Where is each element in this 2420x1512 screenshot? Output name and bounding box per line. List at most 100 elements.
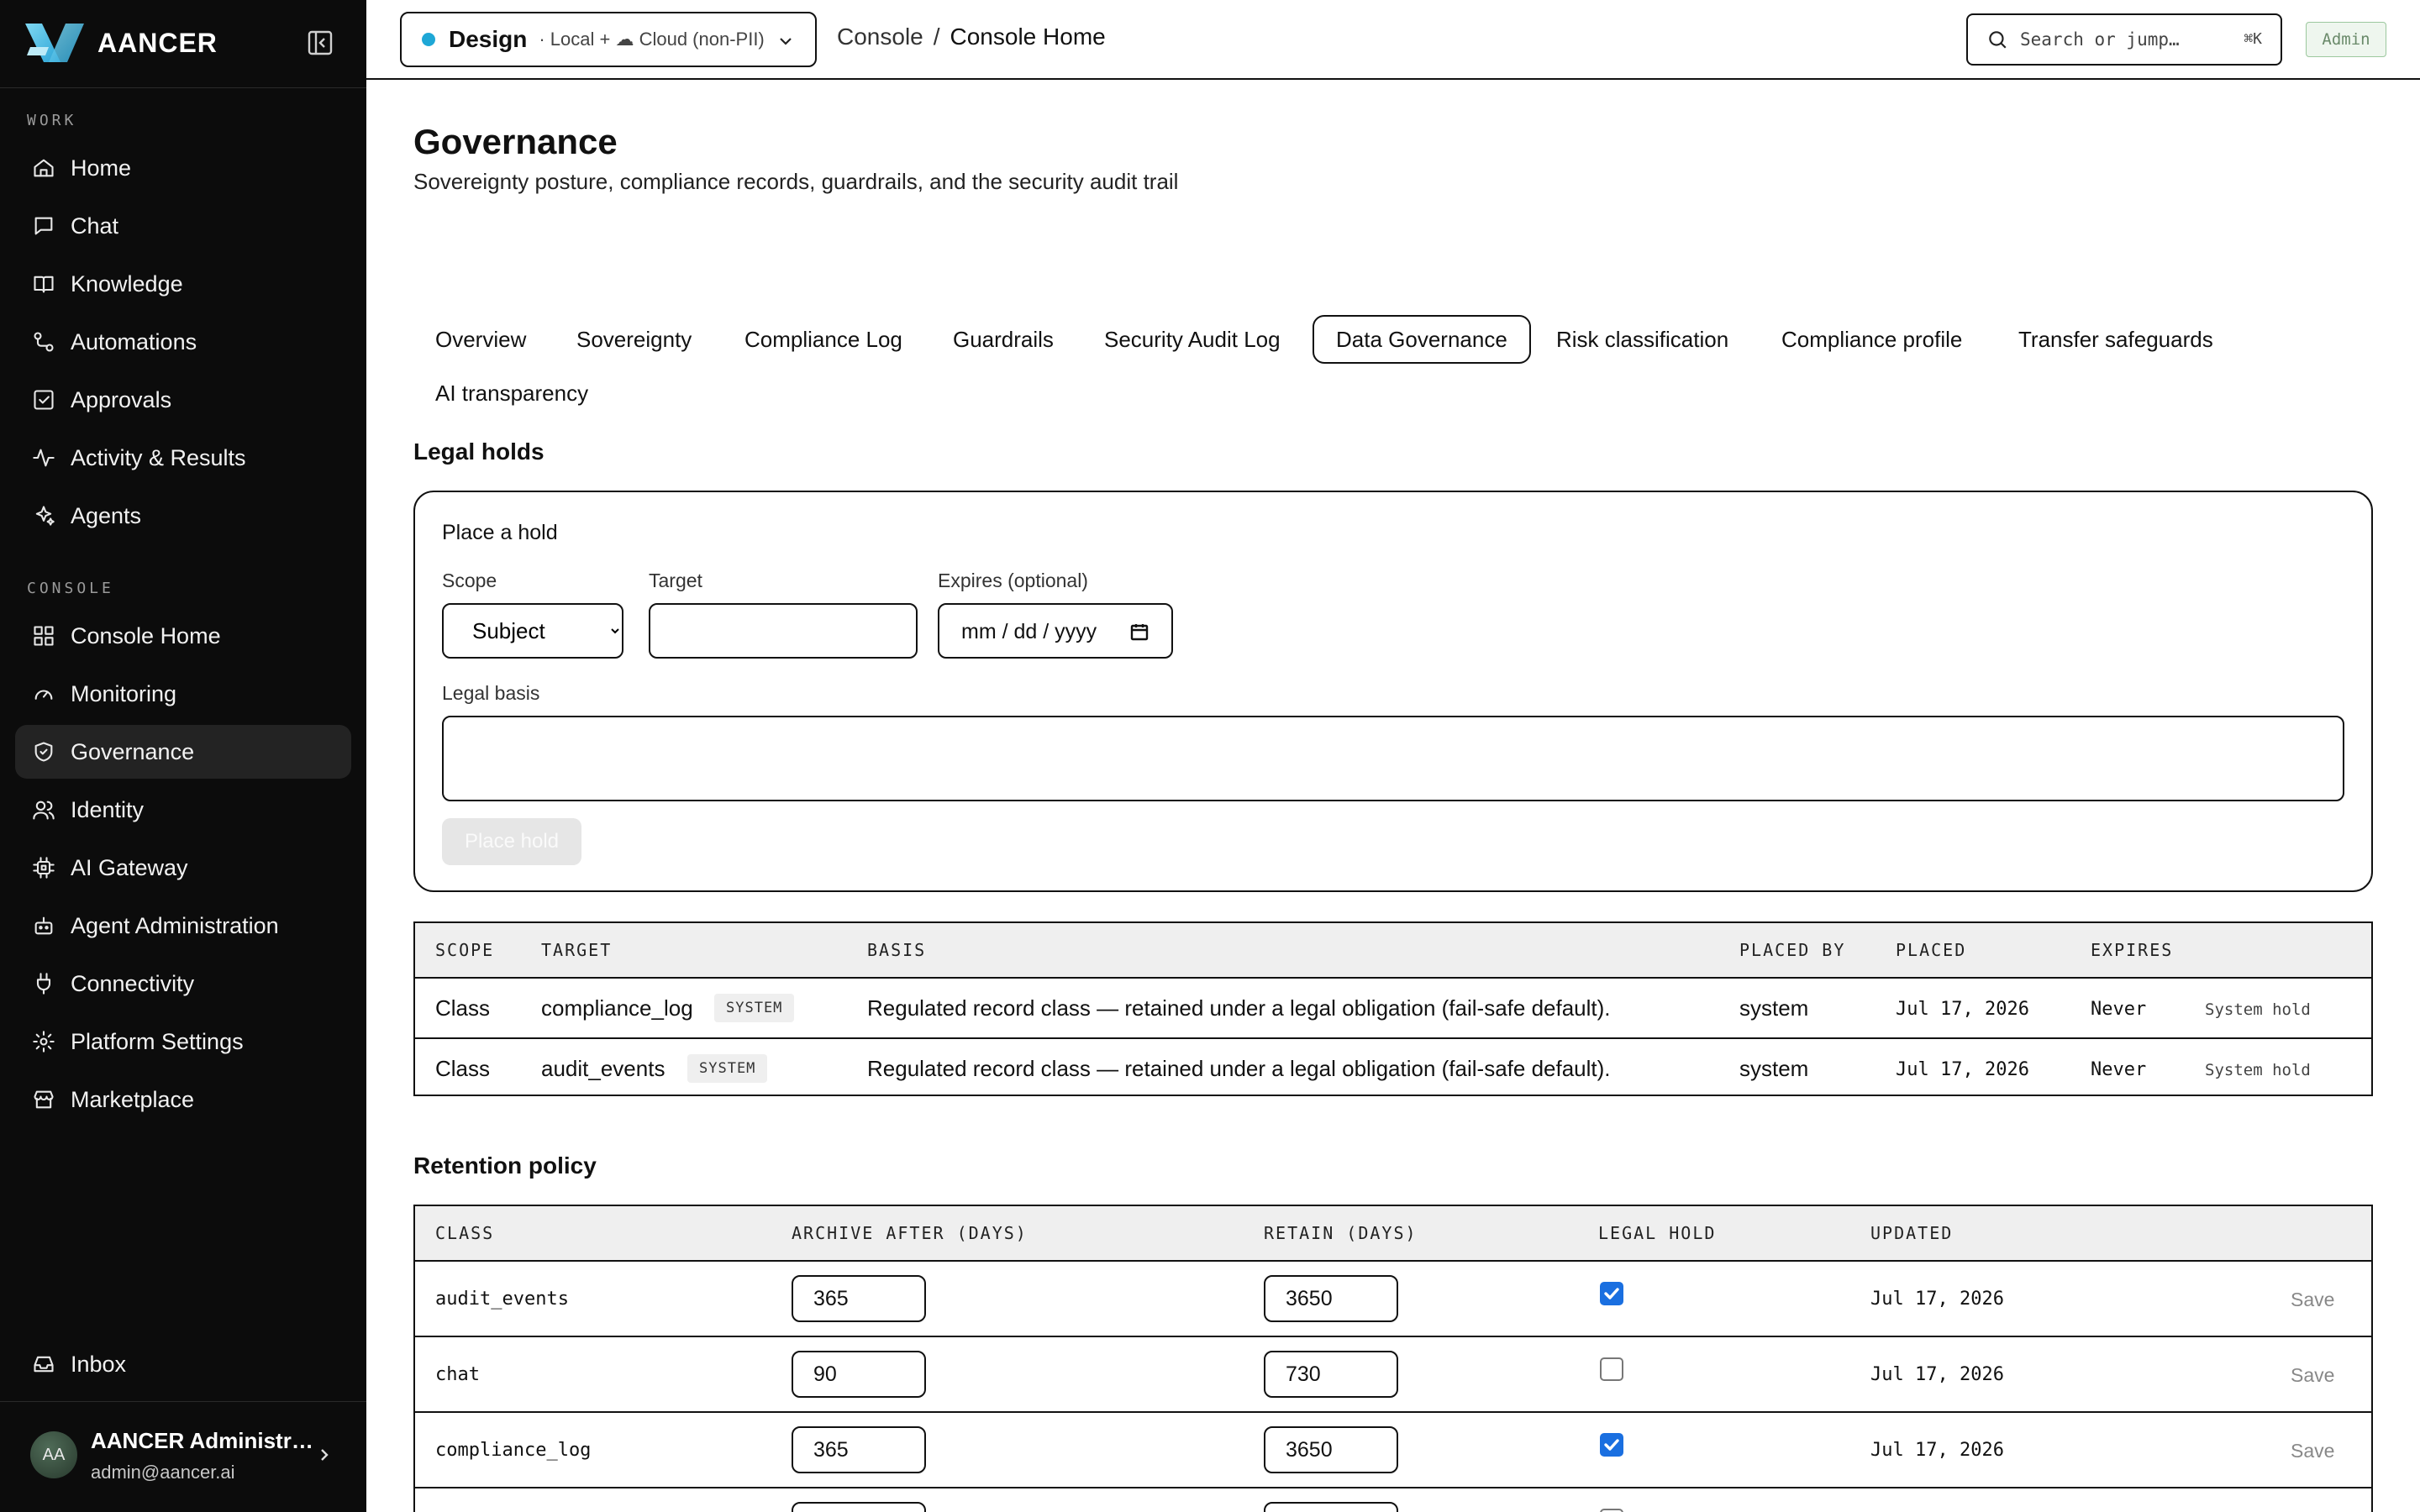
sidebar-item-label: Connectivity [71, 970, 195, 996]
column-header: RETAIN (DAYS) [1264, 1223, 1418, 1243]
sidebar-item-agents[interactable]: Agents [15, 489, 351, 543]
legal-hold-checkbox[interactable] [1600, 1357, 1623, 1381]
collapse-sidebar-icon[interactable] [306, 29, 334, 57]
tab-ai-transparency[interactable]: AI transparency [413, 369, 610, 417]
chevron-down-icon [780, 38, 792, 45]
table-row: chat 90 730 Jul 17, 2026 Save [415, 1337, 2371, 1413]
search-box[interactable]: ⌘K [1966, 13, 2282, 66]
tab-risk-classification[interactable]: Risk classification [1534, 315, 1750, 364]
home-icon [34, 159, 54, 177]
sidebar-item-activity-and-results[interactable]: Activity & Results [15, 431, 351, 485]
legal-holds-table: SCOPE TARGET BASIS PLACED BY PLACED EXPI… [413, 921, 2373, 1096]
legal-hold-checkbox[interactable] [1600, 1509, 1623, 1512]
scope-select[interactable]: Subject [442, 603, 623, 659]
sidebar-item-console-home[interactable]: Console Home [15, 609, 351, 663]
search-shortcut: ⌘K [2244, 30, 2262, 48]
sidebar-item-platform-settings[interactable]: Platform Settings [15, 1015, 351, 1068]
form-title: Place a hold [442, 521, 558, 544]
tab-compliance-log[interactable]: Compliance Log [723, 315, 924, 364]
sidebar-item-inbox[interactable]: Inbox [15, 1337, 351, 1391]
tab-transfer-safeguards[interactable]: Transfer safeguards [1996, 315, 2235, 364]
calendar-icon[interactable] [1129, 622, 1150, 642]
gauge-icon [34, 690, 53, 700]
breadcrumb-current: Console Home [950, 24, 1106, 50]
tab-compliance-profile[interactable]: Compliance profile [1760, 315, 1984, 364]
sidebar-divider [0, 87, 366, 88]
retain-days-input[interactable]: 3650 [1264, 1275, 1398, 1322]
save-button[interactable]: Save [2291, 1289, 2334, 1311]
sidebar-item-label: Home [71, 155, 132, 181]
book-icon [34, 276, 54, 293]
scope-dropdown[interactable]: Subject [444, 605, 622, 657]
column-header: LEGAL HOLD [1598, 1223, 1717, 1243]
environment-switcher[interactable]: Design · Local + ☁ Cloud (non-PII) [400, 12, 817, 67]
table-row: Class compliance_log SYSTEM Regulated recor… [415, 979, 2371, 1039]
chat-icon [34, 217, 53, 235]
sidebar-item-label: Marketplace [71, 1086, 195, 1112]
scope-label: Scope [442, 570, 497, 591]
sidebar: AANCER WORK Home Chat Knowledge Automations… [0, 0, 366, 1512]
save-button[interactable]: Save [2291, 1440, 2334, 1462]
sidebar-item-marketplace[interactable]: Marketplace [15, 1073, 351, 1126]
sidebar-item-monitoring[interactable]: Monitoring [15, 667, 351, 721]
sidebar-item-label: Activity & Results [71, 444, 246, 470]
legal-basis-textarea[interactable] [442, 716, 2344, 801]
plug-icon [36, 973, 51, 995]
save-button[interactable]: Save [2291, 1364, 2334, 1387]
cell-target: audit_events [541, 1056, 666, 1081]
sparkles-icon [35, 506, 55, 526]
target-label: Target [649, 570, 702, 591]
sidebar-item-chat[interactable]: Chat [15, 199, 351, 253]
tab-sovereignty[interactable]: Sovereignty [555, 315, 713, 364]
env-detail: · Local + ☁ Cloud (non-PII) [539, 29, 765, 50]
place-hold-button[interactable]: Place hold [442, 818, 581, 865]
search-input[interactable] [2020, 29, 2230, 50]
sidebar-item-identity[interactable]: Identity [15, 783, 351, 837]
cell-expires: Never [2091, 1059, 2147, 1080]
archive-days-input[interactable] [792, 1502, 926, 1512]
inbox-icon [34, 1356, 54, 1373]
tab-overview[interactable]: Overview [413, 315, 548, 364]
sidebar-item-governance[interactable]: Governance [15, 725, 351, 779]
retain-days-input[interactable]: 730 [1264, 1351, 1398, 1398]
env-name: Design [449, 26, 528, 52]
expires-label: Expires (optional) [938, 570, 1088, 591]
sidebar-divider [0, 1401, 366, 1402]
archive-days-value: 90 [813, 1362, 837, 1386]
sidebar-item-label: Monitoring [71, 680, 177, 706]
retain-days-input[interactable] [1264, 1502, 1398, 1512]
legal-holds-title: Legal holds [413, 438, 544, 465]
sidebar-item-approvals[interactable]: Approvals [15, 373, 351, 427]
breadcrumb-console[interactable]: Console [837, 24, 923, 50]
sidebar-item-ai-gateway[interactable]: AI Gateway [15, 841, 351, 895]
gear-icon [33, 1031, 55, 1053]
column-header: UPDATED [1870, 1223, 1954, 1243]
archive-days-value: 365 [813, 1286, 849, 1310]
sidebar-item-agent-administration[interactable]: Agent Administration [15, 899, 351, 953]
sidebar-item-label: Automations [71, 328, 197, 354]
expires-date-input[interactable]: mm / dd / yyyy [938, 603, 1173, 659]
archive-days-input[interactable]: 90 [792, 1351, 926, 1398]
tab-security-audit-log[interactable]: Security Audit Log [1082, 315, 1302, 364]
legal-hold-checkbox[interactable] [1600, 1282, 1623, 1305]
archive-days-input[interactable]: 365 [792, 1426, 926, 1473]
tab-data-governance[interactable]: Data Governance [1313, 315, 1531, 364]
main-content: Governance Sovereignty posture, complian… [366, 81, 2420, 1512]
column-header: PLACED [1896, 940, 1967, 960]
sidebar-item-knowledge[interactable]: Knowledge [15, 257, 351, 311]
tab-guardrails[interactable]: Guardrails [931, 315, 1076, 364]
retain-days-input[interactable]: 3650 [1264, 1426, 1398, 1473]
cell-placed-by: system [1739, 995, 1809, 1021]
target-input[interactable] [649, 603, 918, 659]
chip-icon [33, 857, 55, 879]
sidebar-item-home[interactable]: Home [15, 141, 351, 195]
sidebar-item-label: Inbox [71, 1351, 127, 1377]
sidebar-item-connectivity[interactable]: Connectivity [15, 957, 351, 1011]
legal-hold-checkbox[interactable] [1600, 1433, 1623, 1457]
bot-icon [34, 916, 53, 935]
retention-policy-table: CLASS ARCHIVE AFTER (DAYS) RETAIN (DAYS)… [413, 1205, 2373, 1512]
user-menu[interactable]: AA AANCER Administr… admin@aancer.ai [0, 1403, 366, 1512]
archive-days-input[interactable]: 365 [792, 1275, 926, 1322]
brand[interactable]: AANCER [24, 22, 218, 64]
sidebar-item-automations[interactable]: Automations [15, 315, 351, 369]
